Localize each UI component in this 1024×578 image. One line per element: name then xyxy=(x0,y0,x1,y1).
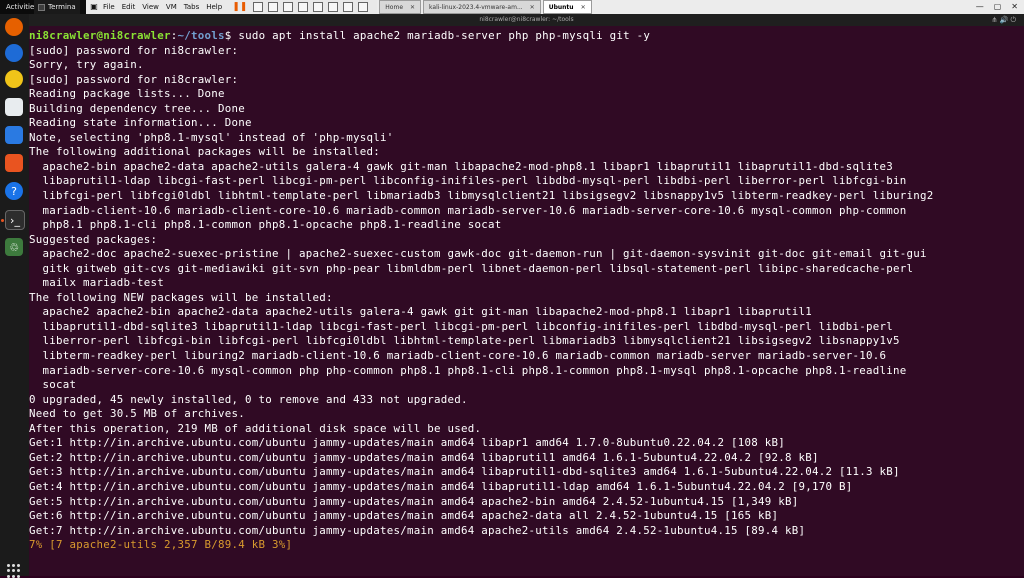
terminal-line: Building dependency tree... Done xyxy=(29,101,246,115)
console-view-icon[interactable] xyxy=(343,2,354,12)
terminal-line: 0 upgraded, 45 newly installed, 0 to rem… xyxy=(29,392,468,406)
terminal-window[interactable]: ni8crawler@ni8crawler:~/tools$ sudo apt … xyxy=(29,26,1024,576)
dock: ? ›_ ♲ xyxy=(0,14,29,578)
terminal-titlebar: ni8crawler@ni8crawler: ~/tools ⋔ 🔊 ⏻ xyxy=(29,14,1024,26)
terminal-line: gitk gitweb git-cvs git-mediawiki git-sv… xyxy=(29,261,914,275)
vm-tab-kali-label: kali-linux-2023.4-vmware-am... xyxy=(429,3,523,11)
terminal-line: The following additional packages will b… xyxy=(29,145,381,159)
rhythmbox-icon[interactable] xyxy=(5,70,23,88)
terminal-line: Get:1 http://in.archive.ubuntu.com/ubunt… xyxy=(29,436,786,450)
terminal-line: Get:5 http://in.archive.ubuntu.com/ubunt… xyxy=(29,494,799,508)
terminal-line: libaprutil1-ldap libcgi-fast-perl libcgi… xyxy=(29,174,907,188)
terminal-line: libaprutil1-dbd-sqlite3 libaprutil1-ldap… xyxy=(29,319,894,333)
help-icon[interactable]: ? xyxy=(5,182,23,200)
close-icon[interactable]: ✕ xyxy=(581,4,586,11)
send-keys-icon[interactable] xyxy=(253,2,264,12)
terminal-line: libterm-readkey-perl liburing2 mariadb-c… xyxy=(29,349,887,363)
terminal-line: Get:4 http://in.archive.ubuntu.com/ubunt… xyxy=(29,479,853,493)
close-icon[interactable]: ✕ xyxy=(410,4,415,11)
terminal-line: mariadb-server-core-10.6 mysql-common ph… xyxy=(29,363,907,377)
network-power-icons[interactable]: ⋔ 🔊 ⏻ xyxy=(991,14,1016,26)
terminal-line: Need to get 30.5 MB of archives. xyxy=(29,407,246,421)
fullscreen-icon[interactable] xyxy=(313,2,324,12)
menu-file[interactable]: File xyxy=(103,3,115,11)
terminal-line: Reading state information... Done xyxy=(29,116,252,130)
close-icon[interactable]: ✕ xyxy=(530,4,535,11)
terminal-line: libfcgi-perl libfcgi0ldbl libhtml-templa… xyxy=(29,189,934,203)
terminal-line: mariadb-client-10.6 mariadb-client-core-… xyxy=(29,203,907,217)
terminal-line: Sorry, try again. xyxy=(29,58,144,72)
terminal-line: liberror-perl libfcgi-bin libfcgi-perl l… xyxy=(29,334,900,348)
progress-line: 7% [7 apache2-utils 2,357 B/89.4 kB 3%] xyxy=(29,538,293,552)
terminal-line: [sudo] password for ni8crawler: xyxy=(29,72,239,86)
vm-tab-kali[interactable]: kali-linux-2023.4-vmware-am... ✕ xyxy=(423,0,541,14)
host-terminal-label: Termina xyxy=(48,3,76,11)
terminal-line: apache2-doc apache2-suexec-pristine | ap… xyxy=(29,247,927,261)
snapshot-icon[interactable] xyxy=(268,2,279,12)
terminal-title: ni8crawler@ni8crawler: ~/tools xyxy=(479,16,574,23)
revert-snapshot-icon[interactable] xyxy=(283,2,294,12)
firefox-icon[interactable] xyxy=(5,18,23,36)
terminal-output: ni8crawler@ni8crawler:~/tools$ sudo apt … xyxy=(29,29,934,553)
menu-help[interactable]: Help xyxy=(206,3,222,11)
prompt-separator: : xyxy=(170,29,178,42)
terminal-line: The following NEW packages will be insta… xyxy=(29,290,333,304)
prompt-command: sudo apt install apache2 mariadb-server … xyxy=(238,29,651,42)
terminal-line: socat xyxy=(29,378,77,392)
vmware-toolbar: ▣ File Edit View VM Tabs Help ❚❚ Home ✕ … xyxy=(86,0,1024,15)
vmware-menu: File Edit View VM Tabs Help xyxy=(103,3,222,11)
terminal-icon xyxy=(38,3,45,11)
terminal-line: apache2-bin apache2-data apache2-utils g… xyxy=(29,159,894,173)
app-store-icon[interactable] xyxy=(5,154,23,172)
prompt-line: ni8crawler@ni8crawler:~/tools$ sudo apt … xyxy=(29,29,934,44)
terminal-line: Reading package lists... Done xyxy=(29,87,225,101)
terminal-line: Get:6 http://in.archive.ubuntu.com/ubunt… xyxy=(29,509,779,523)
terminal-line: Get:2 http://in.archive.ubuntu.com/ubunt… xyxy=(29,450,819,464)
thunderbird-icon[interactable] xyxy=(5,44,23,62)
terminal-line: Get:3 http://in.archive.ubuntu.com/ubunt… xyxy=(29,465,900,479)
terminal-line: Suggested packages: xyxy=(29,232,158,246)
stretch-icon[interactable] xyxy=(358,2,369,12)
prompt-symbol: $ xyxy=(224,29,239,42)
activities-button[interactable]: Activities xyxy=(0,3,38,11)
close-window-icon[interactable]: ✕ xyxy=(1011,2,1018,11)
menu-tabs[interactable]: Tabs xyxy=(184,3,200,11)
trash-icon[interactable]: ♲ xyxy=(5,238,23,256)
vm-tab-ubuntu[interactable]: Ubuntu ✕ xyxy=(542,0,592,14)
vmware-logo-icon: ▣ xyxy=(90,2,98,11)
vm-tab-ubuntu-label: Ubuntu xyxy=(548,3,574,11)
libreoffice-writer-icon[interactable] xyxy=(5,98,23,116)
terminal-line: Note, selecting 'php8.1-mysql' instead o… xyxy=(29,130,394,144)
prompt-user: ni8crawler@ni8crawler xyxy=(29,29,171,42)
snapshot-manager-icon[interactable] xyxy=(298,2,309,12)
minimize-icon[interactable]: — xyxy=(976,2,984,11)
terminal-line: php8.1 php8.1-cli php8.1-common php8.1-o… xyxy=(29,218,502,232)
terminal-line: Get:7 http://in.archive.ubuntu.com/ubunt… xyxy=(29,523,806,537)
vm-tab-home[interactable]: Home ✕ xyxy=(379,0,422,14)
terminal-icon[interactable]: ›_ xyxy=(5,210,25,230)
terminal-line: [sudo] password for ni8crawler: xyxy=(29,43,239,57)
pause-icon[interactable]: ❚❚ xyxy=(232,2,247,12)
maximize-icon[interactable]: ▢ xyxy=(994,2,1002,11)
terminal-line: mailx mariadb-test xyxy=(29,276,165,290)
unity-icon[interactable] xyxy=(328,2,339,12)
active-indicator xyxy=(1,219,4,222)
menu-view[interactable]: View xyxy=(142,3,159,11)
document-icon[interactable] xyxy=(5,126,23,144)
vm-tab-home-label: Home xyxy=(385,3,404,11)
terminal-line: After this operation, 219 MB of addition… xyxy=(29,421,482,435)
terminal-line: apache2 apache2-bin apache2-data apache2… xyxy=(29,305,813,319)
window-controls: — ▢ ✕ xyxy=(970,0,1024,13)
host-terminal-tab[interactable]: Termina xyxy=(34,0,80,14)
prompt-path: ~/tools xyxy=(177,29,225,42)
menu-edit[interactable]: Edit xyxy=(122,3,136,11)
menu-vm[interactable]: VM xyxy=(166,3,177,11)
